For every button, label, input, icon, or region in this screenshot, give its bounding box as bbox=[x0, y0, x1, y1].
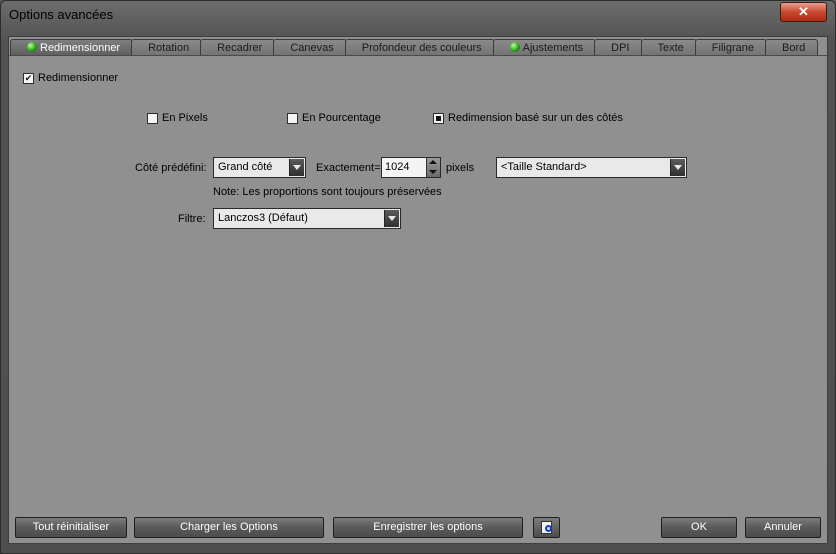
tab-divider bbox=[9, 55, 827, 56]
unit-label: pixels bbox=[446, 162, 475, 174]
mode-pixels-option[interactable]: En Pixels bbox=[147, 112, 208, 124]
cancel-button[interactable]: Annuler bbox=[745, 517, 821, 538]
tab-texte[interactable]: Texte bbox=[640, 39, 697, 56]
load-options-button[interactable]: Charger les Options bbox=[134, 517, 324, 538]
chevron-down-icon[interactable] bbox=[384, 210, 399, 227]
tab-label: Rotation bbox=[148, 42, 190, 54]
preset-side-select[interactable]: Grand côté bbox=[213, 157, 306, 178]
magnifier-icon bbox=[545, 525, 552, 532]
tab-label: Redimensionner bbox=[40, 42, 121, 54]
tab-label: Recadrer bbox=[217, 42, 263, 54]
tab-bord[interactable]: Bord bbox=[764, 39, 819, 56]
mode-pixels-label: En Pixels bbox=[162, 112, 208, 124]
preset-side-label: Côté prédéfini: bbox=[135, 162, 207, 174]
save-options-button[interactable]: Enregistrer les options bbox=[333, 517, 523, 538]
reset-all-button[interactable]: Tout réinitialiser bbox=[15, 517, 127, 538]
tab-recadrer[interactable]: Recadrer bbox=[200, 39, 276, 56]
ok-button[interactable]: OK bbox=[661, 517, 737, 538]
tab-panel bbox=[8, 36, 828, 544]
spinner-up-icon[interactable] bbox=[429, 160, 437, 164]
tab-label: Bord bbox=[781, 42, 806, 54]
tab-canevas[interactable]: Canevas bbox=[273, 39, 347, 56]
spinner-buttons[interactable] bbox=[426, 158, 440, 177]
checkbox-icon bbox=[287, 112, 298, 124]
tab-redimensionner[interactable]: Redimensionner bbox=[10, 39, 134, 56]
proportions-note: Note: Les proportions sont toujours prés… bbox=[213, 186, 442, 198]
mode-percent-option[interactable]: En Pourcentage bbox=[287, 112, 381, 124]
standard-size-value: <Taille Standard> bbox=[501, 161, 587, 173]
tab-label: Profondeur des couleurs bbox=[361, 42, 482, 54]
tab-filigrane[interactable]: Filigrane bbox=[694, 39, 767, 56]
mode-side-label: Redimension basé sur un des côtés bbox=[448, 112, 623, 124]
exact-size-input[interactable]: 1024 bbox=[381, 157, 441, 178]
tab-label: Ajustements bbox=[522, 42, 584, 54]
window-title: Options avancées bbox=[9, 7, 114, 22]
close-icon: ✕ bbox=[798, 4, 809, 19]
enable-resize-checkbox[interactable]: Redimensionner bbox=[23, 72, 118, 84]
tab-rotation[interactable]: Rotation bbox=[131, 39, 203, 56]
filter-value: Lanczos3 (Défaut) bbox=[218, 212, 308, 224]
checkbox-checked-icon bbox=[23, 72, 34, 84]
preview-button[interactable] bbox=[533, 517, 560, 538]
tab-dpi[interactable]: DPI bbox=[594, 39, 643, 56]
tab-label: DPI bbox=[611, 42, 630, 54]
tab-ajustements[interactable]: Ajustements bbox=[492, 39, 597, 56]
exact-label: Exactement= bbox=[316, 162, 381, 174]
mode-side-option[interactable]: Redimension basé sur un des côtés bbox=[433, 112, 623, 124]
filter-label: Filtre: bbox=[178, 213, 206, 225]
standard-size-select[interactable]: <Taille Standard> bbox=[496, 157, 687, 178]
mode-percent-label: En Pourcentage bbox=[302, 112, 381, 124]
preset-side-value: Grand côté bbox=[218, 161, 273, 173]
tab-label: Filigrane bbox=[711, 42, 754, 54]
chevron-down-icon[interactable] bbox=[289, 159, 304, 176]
status-green-icon bbox=[509, 42, 520, 52]
filter-select[interactable]: Lanczos3 (Défaut) bbox=[213, 208, 401, 229]
status-green-icon bbox=[27, 42, 37, 52]
checkbox-selected-icon bbox=[433, 112, 444, 124]
enable-resize-label: Redimensionner bbox=[38, 72, 119, 84]
tab-label: Canevas bbox=[290, 42, 334, 54]
close-button[interactable]: ✕ bbox=[780, 2, 827, 22]
spinner-down-icon[interactable] bbox=[429, 170, 437, 174]
tab-profondeur-couleurs[interactable]: Profondeur des couleurs bbox=[344, 39, 495, 56]
tab-label: Texte bbox=[657, 42, 684, 54]
exact-size-value: 1024 bbox=[385, 161, 410, 173]
checkbox-icon bbox=[147, 112, 158, 124]
chevron-down-icon[interactable] bbox=[670, 159, 685, 176]
tab-bar: Redimensionner Rotation Recadrer Canevas… bbox=[10, 39, 819, 56]
